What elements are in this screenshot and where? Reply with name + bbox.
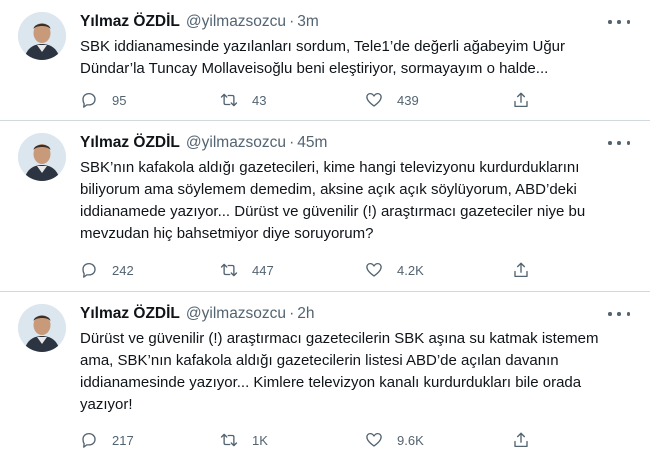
avatar[interactable] [18,304,66,352]
author-name[interactable]: Yılmaz ÖZDİL [80,305,180,322]
heart-icon [366,92,382,107]
author-name[interactable]: Yılmaz ÖZDİL [80,13,180,30]
avatar-image [18,304,66,352]
author-name[interactable]: Yılmaz ÖZDİL [80,134,180,151]
reply-count: 95 [112,92,127,108]
retweet-icon [220,93,238,107]
more-icon[interactable] [608,306,630,322]
tweet[interactable]: Yılmaz ÖZDİL @yilmazsozcu · 3m SBK iddianam… [0,0,650,121]
retweet-count: 43 [252,92,267,108]
like-count: 439 [397,92,419,108]
like-button[interactable]: 9.6K [365,430,424,450]
tweet[interactable]: Yılmaz ÖZDİL @yilmazsozcu · 45m SBK’nın kaf… [0,121,650,292]
reply-button[interactable]: 242 [80,260,134,280]
like-count: 4.2K [397,262,424,278]
heart-icon [366,432,382,447]
tweet-actions: 95 43 439 [80,90,540,110]
like-count: 9.6K [397,432,424,448]
tweet-text: SBK iddianamesinde yazılanları sordum, T… [80,38,565,77]
separator-dot: · [289,13,295,30]
tweet-actions: 217 1K 9.6K [80,430,540,450]
reply-button[interactable]: 217 [80,430,134,450]
like-button[interactable]: 4.2K [365,260,424,280]
retweet-button[interactable]: 43 [220,90,266,110]
share-icon [514,262,528,278]
reply-icon [82,262,96,278]
avatar[interactable] [18,12,66,60]
retweet-button[interactable]: 1K [220,430,268,450]
more-icon[interactable] [608,14,630,30]
tweet-actions: 242 447 4.2K [80,260,540,280]
heart-icon [366,262,382,277]
tweet-text: SBK’nın kafakola aldığı gazetecileri, ki… [80,159,586,242]
share-button[interactable] [512,430,530,450]
reply-button[interactable]: 95 [80,90,126,110]
retweet-count: 447 [252,262,274,278]
more-icon[interactable] [608,135,630,151]
separator-dot: · [289,305,295,322]
tweet[interactable]: Yılmaz ÖZDİL @yilmazsozcu · 2h Dürüst ve gü… [0,292,650,461]
share-button[interactable] [512,260,530,280]
retweet-icon [220,433,238,447]
retweet-count: 1K [252,432,268,448]
author-handle[interactable]: @yilmazsozcu [186,13,286,30]
share-icon [514,432,528,448]
retweet-button[interactable]: 447 [220,260,274,280]
avatar-image [18,133,66,181]
author-handle[interactable]: @yilmazsozcu [186,305,286,322]
tweet-time[interactable]: 3m [297,13,319,30]
reply-icon [82,92,96,108]
tweet-time[interactable]: 45m [297,134,327,151]
like-button[interactable]: 439 [365,90,419,110]
retweet-icon [220,263,238,277]
reply-count: 217 [112,432,134,448]
author-handle[interactable]: @yilmazsozcu [186,134,286,151]
separator-dot: · [289,134,295,151]
tweet-text: Dürüst ve güvenilir (!) araştırmacı gaze… [80,330,599,413]
reply-count: 242 [112,262,134,278]
avatar-image [18,12,66,60]
avatar[interactable] [18,133,66,181]
reply-icon [82,432,96,448]
share-button[interactable] [512,90,530,110]
share-icon [514,92,528,108]
tweet-time[interactable]: 2h [297,305,314,322]
